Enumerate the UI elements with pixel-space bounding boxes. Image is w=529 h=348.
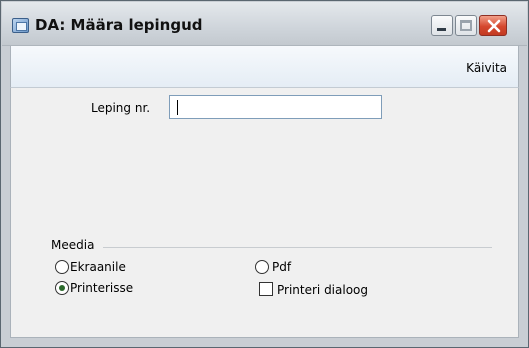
maximize-button[interactable] (455, 15, 477, 36)
close-button[interactable] (479, 15, 507, 36)
contract-number-label: Leping nr. (91, 101, 151, 115)
minimize-icon (437, 28, 446, 31)
contract-number-input[interactable] (169, 95, 382, 119)
radio-pdf[interactable] (255, 260, 269, 274)
window: DA: Määra lepingud Käivita Leping nr. Me… (0, 0, 529, 348)
radio-screen-label[interactable]: Ekraanile (70, 260, 126, 274)
maximize-icon (460, 20, 472, 31)
printer-dialog-checkbox[interactable] (259, 282, 273, 296)
radio-pdf-label[interactable]: Pdf (272, 260, 291, 274)
app-icon[interactable] (12, 18, 29, 33)
media-section-label: Meedia (51, 238, 95, 252)
run-button[interactable]: Käivita (466, 61, 507, 75)
printer-dialog-label[interactable]: Printeri dialoog (277, 283, 368, 297)
close-icon (487, 19, 501, 33)
media-section-divider (103, 247, 492, 248)
radio-printer-label[interactable]: Printerisse (70, 281, 133, 295)
minimize-button[interactable] (431, 15, 453, 36)
window-title: DA: Määra lepingud (35, 16, 203, 34)
radio-screen[interactable] (55, 260, 69, 274)
radio-printer[interactable] (55, 281, 69, 295)
text-caret (177, 100, 178, 115)
dialog-body: Leping nr. Meedia Ekraanile Pdf Printeri… (10, 88, 519, 338)
toolbar: Käivita (10, 46, 519, 88)
title-bar[interactable]: DA: Määra lepingud (2, 2, 527, 46)
